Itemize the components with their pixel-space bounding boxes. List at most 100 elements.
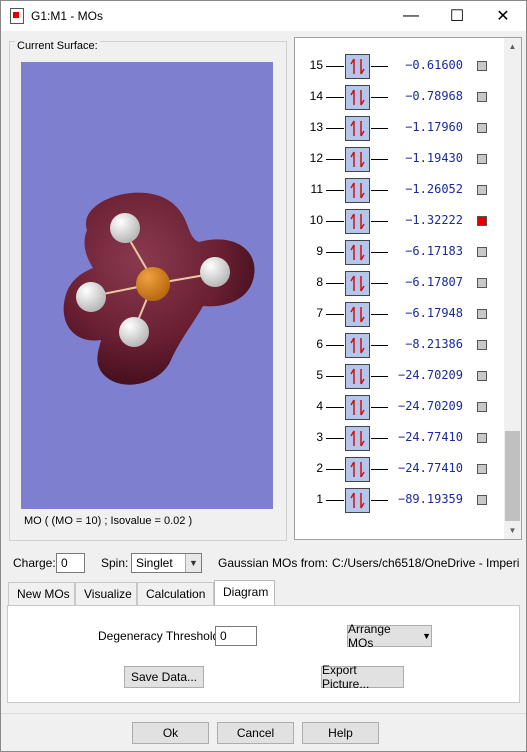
paired-electrons-icon xyxy=(350,89,365,106)
central-atom xyxy=(136,267,170,301)
tab-diagram[interactable]: Diagram xyxy=(214,580,275,607)
mo-occupancy-box[interactable] xyxy=(345,457,370,482)
mo-select-box[interactable] xyxy=(477,154,487,164)
mo-row[interactable]: 11 −1.26052 xyxy=(295,175,505,205)
mo-number: 6 xyxy=(316,337,323,351)
spin-select[interactable]: Singlet ▼ xyxy=(131,553,202,573)
spin-value: Singlet xyxy=(136,556,173,570)
mo-level-line xyxy=(326,128,344,129)
mo-select-box[interactable] xyxy=(477,185,487,195)
mo-occupancy-box[interactable] xyxy=(345,333,370,358)
scroll-thumb[interactable] xyxy=(505,431,520,521)
mo-level-line xyxy=(371,66,388,67)
mo-row[interactable]: 2 −24.77410 xyxy=(295,454,505,484)
mo-number: 3 xyxy=(316,430,323,444)
mo-row[interactable]: 5 −24.70209 xyxy=(295,361,505,391)
mo-row[interactable]: 10 −1.32222 xyxy=(295,206,505,236)
mo-select-box[interactable] xyxy=(477,278,487,288)
mo-energy: −24.77410 xyxy=(397,461,463,475)
tab-calculation[interactable]: Calculation xyxy=(137,582,214,606)
mo-row[interactable]: 6 −8.21386 xyxy=(295,330,505,360)
mo-occupancy-box[interactable] xyxy=(345,395,370,420)
mo-row[interactable]: 13 −1.17960 xyxy=(295,113,505,143)
mo-occupancy-box[interactable] xyxy=(345,302,370,327)
mo-row[interactable]: 9 −6.17183 xyxy=(295,237,505,267)
mo-energy: −6.17807 xyxy=(405,275,463,289)
mo-occupancy-box[interactable] xyxy=(345,240,370,265)
save-data-button[interactable]: Save Data... xyxy=(124,666,204,688)
scroll-up-arrow-icon[interactable]: ▲ xyxy=(504,38,521,55)
mo-select-box[interactable] xyxy=(477,464,487,474)
mo-level-line xyxy=(326,221,344,222)
mo-select-box[interactable] xyxy=(477,123,487,133)
options-row: Charge: 0 Spin: Singlet ▼ Gaussian MOs f… xyxy=(1,551,526,575)
mo-occupancy-box[interactable] xyxy=(345,426,370,451)
mo-select-box[interactable] xyxy=(477,402,487,412)
mo-scrollbar[interactable]: ▲ ▼ xyxy=(504,38,521,539)
mo-number: 8 xyxy=(316,275,323,289)
mo-row[interactable]: 14 −0.78968 xyxy=(295,82,505,112)
paired-electrons-icon xyxy=(350,213,365,230)
mo-occupancy-box[interactable] xyxy=(345,54,370,79)
tab-visualize[interactable]: Visualize xyxy=(75,582,137,606)
mo-row[interactable]: 8 −6.17807 xyxy=(295,268,505,298)
mo-occupancy-box[interactable] xyxy=(345,209,370,234)
mo-number: 14 xyxy=(309,89,323,103)
cancel-button[interactable]: Cancel xyxy=(217,722,294,744)
mo-row[interactable]: 12 −1.19430 xyxy=(295,144,505,174)
mo-row[interactable]: 7 −6.17948 xyxy=(295,299,505,329)
mo-level-line xyxy=(371,252,388,253)
mo-select-box[interactable] xyxy=(477,495,487,505)
mo-occupancy-box[interactable] xyxy=(345,178,370,203)
minimize-button[interactable]: — xyxy=(388,1,434,31)
mo-select-box[interactable] xyxy=(477,340,487,350)
mo-occupancy-box[interactable] xyxy=(345,85,370,110)
arrange-mos-button[interactable]: Arrange MOs ▼ xyxy=(347,622,432,650)
mo-number: 11 xyxy=(310,182,323,196)
mo-level-line xyxy=(326,66,344,67)
mo-select-box[interactable] xyxy=(477,433,487,443)
mo-select-box[interactable] xyxy=(477,61,487,71)
mo-row[interactable]: 1 −89.19359 xyxy=(295,485,505,515)
mo-select-box[interactable] xyxy=(477,92,487,102)
mo-energy: −6.17948 xyxy=(405,306,463,320)
mo-level-line xyxy=(371,407,388,408)
mo-level-line xyxy=(371,283,388,284)
ok-button[interactable]: Ok xyxy=(132,722,209,744)
mo-occupancy-box[interactable] xyxy=(345,364,370,389)
help-button[interactable]: Help xyxy=(302,722,379,744)
mo-diagram-panel[interactable]: 15 −0.61600 14 −0.78968 13 −1.17960 12 −1.19430… xyxy=(294,37,522,540)
charge-input[interactable]: 0 xyxy=(56,553,85,573)
mo-level-line xyxy=(371,500,388,501)
mo-row[interactable]: 3 −24.77410 xyxy=(295,423,505,453)
molecule-viewport[interactable] xyxy=(21,62,273,509)
mo-select-box[interactable] xyxy=(477,309,487,319)
mo-energy: −24.70209 xyxy=(397,368,463,382)
chevron-down-icon: ▼ xyxy=(185,554,201,572)
mo-row[interactable]: 15 −0.61600 xyxy=(295,51,505,81)
mo-occupancy-box[interactable] xyxy=(345,488,370,513)
mo-select-box[interactable] xyxy=(477,216,487,226)
tab-new-mos[interactable]: New MOs xyxy=(8,582,75,606)
export-picture-button[interactable]: Export Picture... xyxy=(321,663,404,691)
paired-electrons-icon xyxy=(350,58,365,75)
degeneracy-input[interactable]: 0 xyxy=(215,626,257,646)
mo-occupancy-box[interactable] xyxy=(345,271,370,296)
mo-number: 10 xyxy=(309,213,323,227)
paired-electrons-icon xyxy=(350,182,365,199)
mo-level-line xyxy=(326,97,344,98)
scroll-down-arrow-icon[interactable]: ▼ xyxy=(504,522,521,539)
mo-energy: −1.17960 xyxy=(405,120,463,134)
maximize-button[interactable]: ☐ xyxy=(434,1,480,31)
mo-number: 9 xyxy=(316,244,323,258)
mo-occupancy-box[interactable] xyxy=(345,116,370,141)
close-button[interactable]: ✕ xyxy=(480,1,526,31)
app-icon xyxy=(10,8,24,24)
mo-select-box[interactable] xyxy=(477,371,487,381)
mo-row[interactable]: 4 −24.70209 xyxy=(295,392,505,422)
mo-select-box[interactable] xyxy=(477,247,487,257)
mo-level-line xyxy=(371,128,388,129)
mo-level-line xyxy=(371,438,388,439)
mo-occupancy-box[interactable] xyxy=(345,147,370,172)
molecule-render xyxy=(63,192,255,385)
